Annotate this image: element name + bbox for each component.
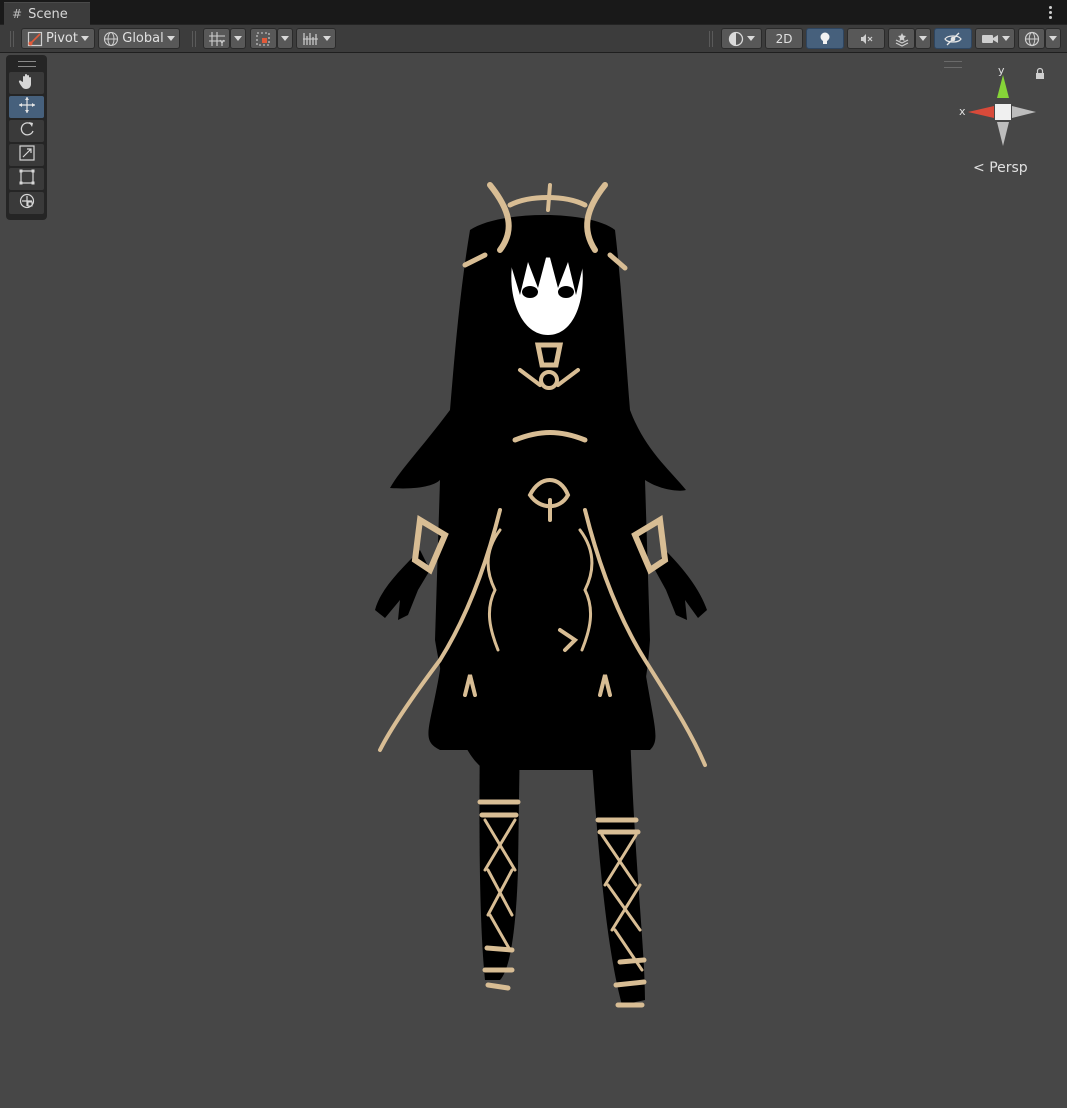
pivot-icon xyxy=(27,31,43,47)
tab-scene-label: Scene xyxy=(28,6,68,22)
gizmo-center-cube[interactable] xyxy=(995,104,1011,120)
mode-2d-label: 2D xyxy=(775,31,793,46)
rect-transform-icon xyxy=(18,168,36,190)
eye-slash-icon xyxy=(944,31,962,47)
kebab-menu-icon[interactable] xyxy=(1041,3,1059,21)
chevron-down-icon xyxy=(281,36,289,41)
move-tool-button[interactable] xyxy=(9,96,44,118)
draw-mode-dropdown[interactable] xyxy=(721,28,762,49)
gizmos-dropdown[interactable] xyxy=(1045,28,1061,49)
chevron-down-icon xyxy=(747,36,755,41)
transform-icon xyxy=(18,192,36,214)
toolbar-grip[interactable] xyxy=(709,31,715,47)
chevron-down-icon xyxy=(919,36,927,41)
camera-icon xyxy=(981,32,999,46)
pivot-dropdown[interactable]: Pivot xyxy=(21,28,95,49)
grid-snap-dropdown[interactable] xyxy=(230,28,246,49)
pivot-label: Pivot xyxy=(46,31,78,46)
increment-snap-dropdown[interactable] xyxy=(277,28,293,49)
tools-overlay xyxy=(6,55,47,220)
rotate-tool-button[interactable] xyxy=(9,120,44,142)
mode-2d-button[interactable]: 2D xyxy=(765,28,803,49)
chevron-left-icon: < xyxy=(973,160,985,176)
move-arrows-icon xyxy=(18,96,36,118)
projection-toggle[interactable]: < Persp xyxy=(973,160,1028,176)
scene-hash-icon: # xyxy=(12,7,23,21)
global-label: Global xyxy=(122,31,164,46)
lock-icon[interactable] xyxy=(1036,67,1044,80)
gizmo-neg-y-axis[interactable] xyxy=(997,122,1009,146)
increment-snap-icon xyxy=(255,31,273,47)
increment-snap-button[interactable] xyxy=(250,28,277,49)
transform-tool-button[interactable] xyxy=(9,192,44,214)
tab-scene[interactable]: # Scene xyxy=(4,2,90,25)
camera-dropdown[interactable] xyxy=(975,28,1015,49)
chevron-down-icon xyxy=(1049,36,1057,41)
hand-icon xyxy=(18,72,36,94)
gizmo-y-axis[interactable] xyxy=(997,75,1009,98)
globe-icon xyxy=(103,31,119,47)
overlay-drag-handle[interactable] xyxy=(9,58,44,70)
gizmo-y-label: y xyxy=(998,64,1005,77)
chevron-down-icon xyxy=(322,36,331,41)
gizmo-neg-x-axis[interactable] xyxy=(1012,106,1036,118)
global-dropdown[interactable]: Global xyxy=(98,28,180,49)
audio-toggle[interactable] xyxy=(847,28,885,49)
scale-icon xyxy=(18,144,36,166)
projection-label: Persp xyxy=(989,160,1028,176)
lighting-toggle[interactable] xyxy=(806,28,844,49)
chevron-down-icon xyxy=(166,36,175,41)
scale-tool-button[interactable] xyxy=(9,144,44,166)
character-model[interactable] xyxy=(360,170,730,1020)
gizmos-button[interactable] xyxy=(1018,28,1045,49)
rect-tool-button[interactable] xyxy=(9,168,44,190)
rendering-debugger-dropdown[interactable] xyxy=(296,28,336,49)
scene-toolbar: Pivot Global 2D xyxy=(0,25,1067,53)
toolbar-grip[interactable] xyxy=(192,31,198,47)
toolbar-grip[interactable] xyxy=(10,31,16,47)
grid-snap-button[interactable] xyxy=(203,28,230,49)
grid-snap-icon xyxy=(208,31,226,47)
shading-sphere-icon xyxy=(728,31,744,47)
speaker-muted-icon xyxy=(858,31,874,47)
bars-icon xyxy=(302,31,320,47)
layers-effects-icon xyxy=(894,31,910,47)
rotate-icon xyxy=(18,120,36,142)
scene-visibility-toggle[interactable] xyxy=(934,28,972,49)
view-tool-button[interactable] xyxy=(9,72,44,94)
chevron-down-icon xyxy=(80,36,89,41)
gizmo-globe-icon xyxy=(1024,31,1040,47)
lightbulb-icon xyxy=(818,31,832,47)
tab-bar: # Scene xyxy=(0,0,1067,25)
gizmo-x-axis[interactable] xyxy=(968,106,994,118)
effects-dropdown[interactable] xyxy=(915,28,931,49)
chevron-down-icon xyxy=(1001,36,1010,41)
chevron-down-icon xyxy=(234,36,242,41)
effects-button[interactable] xyxy=(888,28,915,49)
gizmo-x-label: x xyxy=(959,105,966,118)
